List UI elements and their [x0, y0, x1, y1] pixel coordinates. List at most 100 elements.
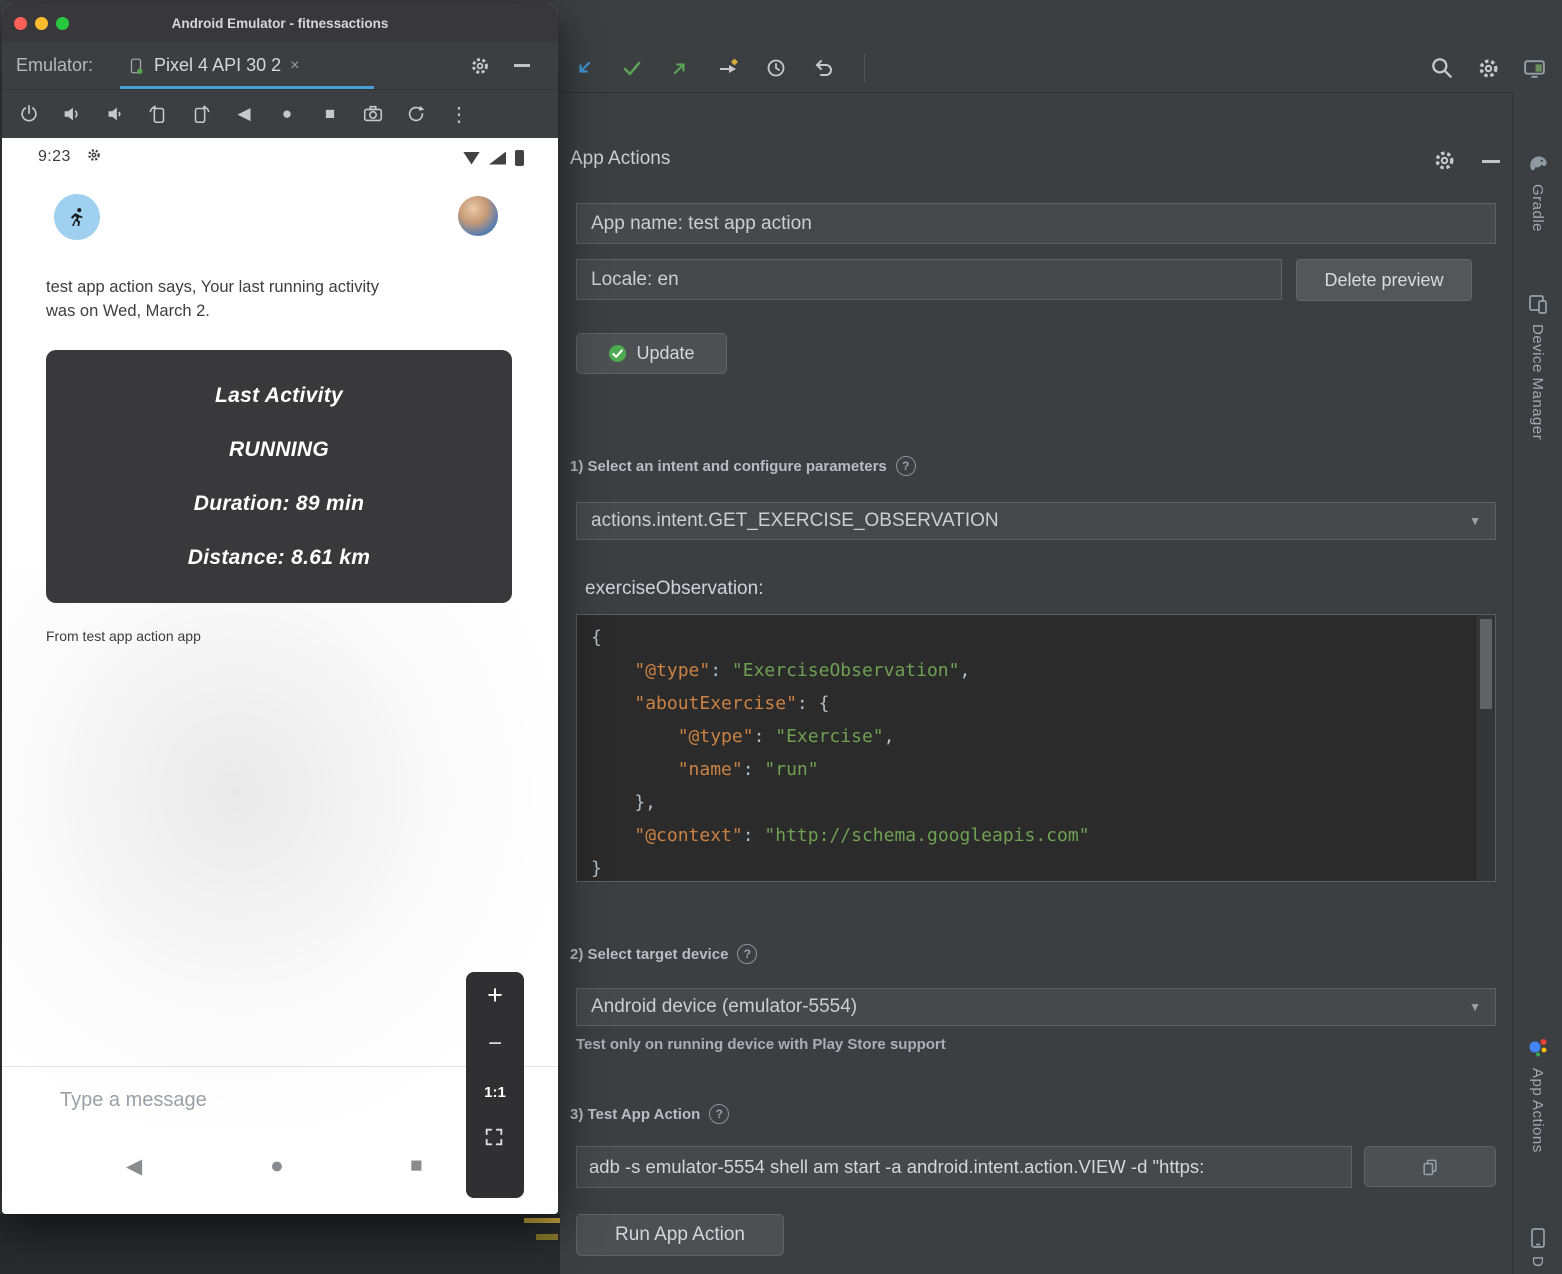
- wifi-icon: [463, 152, 480, 165]
- overview-icon[interactable]: ■: [317, 101, 343, 127]
- zoom-in-button[interactable]: +: [466, 980, 524, 1011]
- tab-pixel4[interactable]: Pixel 4 API 30 2 ×: [127, 55, 299, 76]
- card-activity: RUNNING: [229, 438, 329, 462]
- step3-label: 3) Test App Action ?: [570, 1104, 729, 1124]
- check-icon[interactable]: [618, 54, 646, 82]
- json-code-editor[interactable]: { "@type": "ExerciseObservation", "about…: [576, 614, 1496, 882]
- panel-gear-icon[interactable]: [1430, 146, 1458, 174]
- tool-tab-device-manager-label[interactable]: Device Manager: [1529, 324, 1546, 440]
- yellow-marker: [524, 1218, 560, 1223]
- window-title: Android Emulator - fitnessactions: [2, 16, 558, 31]
- emulator-titlebar[interactable]: Android Emulator - fitnessactions: [2, 4, 558, 42]
- code-scrollbar-thumb[interactable]: [1480, 619, 1492, 709]
- rotate-left-icon[interactable]: [145, 101, 171, 127]
- assistant-message: test app action says, Your last running …: [46, 276, 379, 324]
- undo-icon[interactable]: [810, 54, 838, 82]
- nav-back-button[interactable]: ◀: [126, 1154, 142, 1179]
- card-title: Last Activity: [215, 384, 343, 408]
- background-strip: [0, 1214, 560, 1274]
- zoom-panel: + − 1:1: [466, 972, 524, 1198]
- run-app-action-button[interactable]: Run App Action: [576, 1214, 784, 1256]
- volume-down-icon[interactable]: [102, 101, 128, 127]
- message-input[interactable]: [58, 1088, 392, 1113]
- settings-gear-icon[interactable]: [1474, 54, 1502, 82]
- update-button[interactable]: Update: [576, 333, 727, 374]
- code-scrollbar-track[interactable]: [1477, 615, 1495, 881]
- copy-command-button[interactable]: [1364, 1146, 1496, 1187]
- device-value: Android device (emulator-5554): [591, 996, 857, 1018]
- app-name-value: App name: test app action: [591, 213, 812, 235]
- locale-value: Locale: en: [591, 269, 679, 291]
- battery-icon: [515, 150, 524, 166]
- chevron-down-icon: ▼: [1469, 1000, 1481, 1014]
- target-device-dropdown[interactable]: Android device (emulator-5554) ▼: [576, 988, 1496, 1026]
- back-icon[interactable]: ◀: [231, 101, 257, 127]
- zoom-reset-button[interactable]: 1:1: [466, 1084, 524, 1101]
- phone-icon: [127, 57, 145, 75]
- home-icon[interactable]: ●: [274, 101, 300, 127]
- status-right-icons: [463, 150, 524, 166]
- tool-tab-device-manager[interactable]: [1526, 292, 1550, 321]
- adb-command-input[interactable]: [576, 1146, 1352, 1188]
- device-hint: Test only on running device with Play St…: [576, 1036, 946, 1053]
- zoom-out-button[interactable]: −: [466, 1030, 524, 1058]
- intent-dropdown[interactable]: actions.intent.GET_EXERCISE_OBSERVATION …: [576, 502, 1496, 540]
- tab-close-icon[interactable]: ×: [290, 57, 299, 75]
- emulator-tabrow: Emulator: Pixel 4 API 30 2 ×: [2, 42, 558, 90]
- step2-help-icon[interactable]: ?: [737, 944, 757, 964]
- active-tab-underline: [120, 86, 374, 89]
- locale-field[interactable]: Locale: en: [576, 259, 1282, 300]
- runner-icon: [66, 206, 88, 228]
- emulator-controls: ◀ ● ■ ⋮: [2, 90, 558, 138]
- fit-screen-button[interactable]: [483, 1126, 505, 1148]
- emulator-minimize-icon[interactable]: [514, 64, 530, 67]
- snapshots-icon[interactable]: [403, 101, 429, 127]
- emulator-window: Android Emulator - fitnessactions Emulat…: [2, 4, 558, 1214]
- tool-tab-device-bottom[interactable]: [1526, 1226, 1550, 1255]
- more-kebab-icon[interactable]: ⋮: [446, 101, 472, 127]
- tool-tab-gradle[interactable]: [1525, 150, 1551, 181]
- profile-arrow-icon[interactable]: [666, 54, 694, 82]
- signal-icon: [489, 152, 506, 165]
- tool-tab-gradle-label[interactable]: Gradle: [1529, 184, 1546, 232]
- card-distance: Distance: 8.61 km: [188, 546, 371, 570]
- activity-card: Last Activity RUNNING Duration: 89 min D…: [46, 350, 512, 603]
- delete-preview-button[interactable]: Delete preview: [1296, 259, 1472, 301]
- step3-help-icon[interactable]: ?: [709, 1104, 729, 1124]
- minimize-window-button[interactable]: [35, 17, 48, 30]
- assistant-icon: [1526, 1036, 1550, 1060]
- tool-window-strip: Gradle Device Manager App Actions D: [1512, 92, 1562, 1274]
- screenshot-camera-icon[interactable]: [360, 101, 386, 127]
- attach-debugger-icon[interactable]: [570, 54, 598, 82]
- gradle-icon: [1525, 150, 1551, 176]
- status-gear-icon: [86, 147, 102, 163]
- app-avatar: [54, 194, 100, 240]
- tab-label: Pixel 4 API 30 2: [154, 55, 281, 76]
- emulator-settings-gear-icon[interactable]: [466, 52, 494, 80]
- zoom-window-button[interactable]: [56, 17, 69, 30]
- panel-minimize-icon[interactable]: [1482, 160, 1500, 163]
- card-duration: Duration: 89 min: [194, 492, 364, 516]
- tool-tab-app-actions-label[interactable]: App Actions: [1529, 1068, 1546, 1153]
- rotate-right-icon[interactable]: [188, 101, 214, 127]
- nav-home-button[interactable]: ●: [270, 1152, 284, 1179]
- layout-inspector-icon[interactable]: [1520, 54, 1548, 82]
- chevron-down-icon: ▼: [1469, 514, 1481, 528]
- update-label: Update: [636, 343, 694, 364]
- power-icon[interactable]: [16, 101, 42, 127]
- tool-tab-bottom-label[interactable]: D: [1529, 1256, 1546, 1267]
- run-with-star-icon[interactable]: [714, 54, 742, 82]
- clock-icon[interactable]: [762, 54, 790, 82]
- tool-tab-app-actions[interactable]: [1526, 1036, 1550, 1065]
- close-window-button[interactable]: [14, 17, 27, 30]
- step1-help-icon[interactable]: ?: [896, 456, 916, 476]
- app-name-field[interactable]: App name: test app action: [576, 203, 1496, 244]
- toolbar-separator: [864, 54, 865, 82]
- copy-icon: [1420, 1157, 1440, 1177]
- volume-up-icon[interactable]: [59, 101, 85, 127]
- intent-value: actions.intent.GET_EXERCISE_OBSERVATION: [591, 510, 999, 532]
- search-icon[interactable]: [1428, 54, 1456, 82]
- step2-label: 2) Select target device ?: [570, 944, 757, 964]
- nav-overview-button[interactable]: ■: [410, 1154, 423, 1178]
- yellow-marker: [536, 1234, 558, 1240]
